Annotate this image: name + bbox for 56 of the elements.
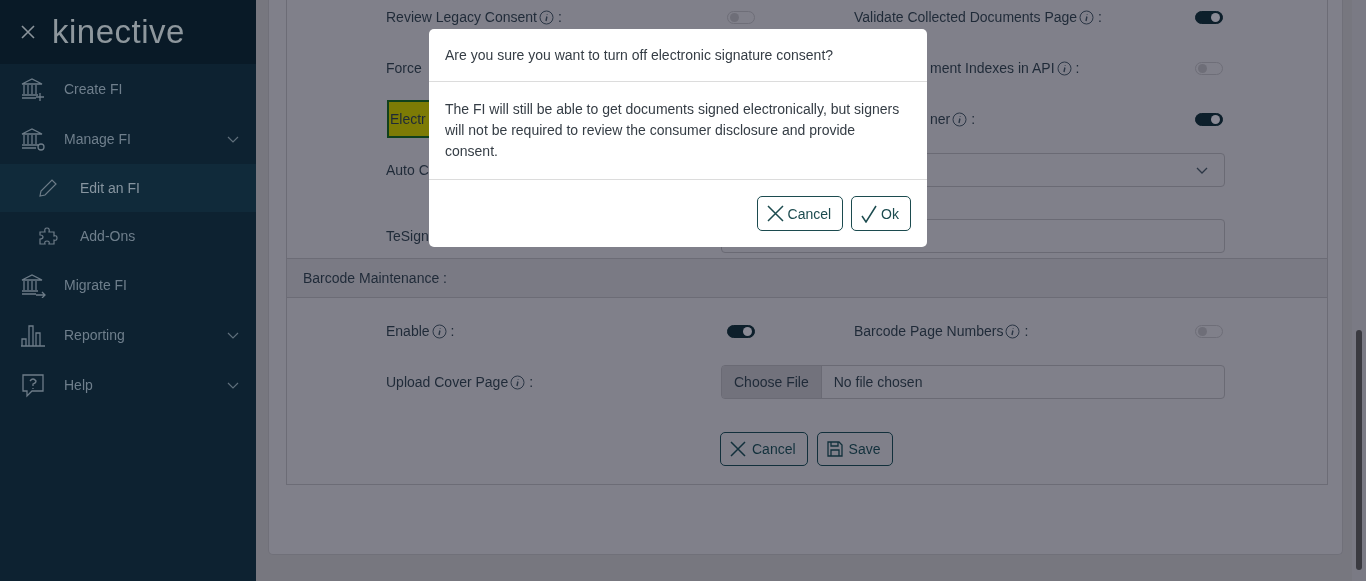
setting-label: Enable (386, 323, 430, 339)
scrollbar[interactable] (1352, 0, 1366, 581)
submenu-item[interactable]: Edit an FI (0, 164, 256, 212)
section-title: Barcode Maintenance : (303, 270, 447, 286)
submenu-item[interactable]: Add-Ons (0, 212, 256, 260)
puzzle-icon (38, 226, 58, 246)
menu-item[interactable]: Help (0, 360, 256, 410)
cancel-button[interactable]: Cancel (756, 196, 844, 231)
menu-item[interactable]: Manage FI (0, 114, 256, 164)
setting-label: Barcode Page Numbers (854, 323, 1004, 339)
setting-label: Review Legacy Consent (386, 9, 537, 25)
info-icon[interactable] (1005, 323, 1021, 339)
close-icon (766, 205, 784, 222)
logo: kinective (52, 13, 185, 51)
colon-mark: : (971, 111, 976, 127)
menu-item[interactable]: Create FI (0, 64, 256, 114)
info-icon[interactable] (510, 374, 526, 390)
ok-button[interactable]: Ok (851, 196, 911, 231)
choose-file-button[interactable]: Choose File (722, 366, 822, 398)
dialog-title: Are you sure you want to turn off electronic signature consent? (445, 47, 834, 63)
colon-mark: : (1024, 323, 1029, 339)
setting-label: Force (386, 60, 422, 76)
setting-label: ment Indexes in API (930, 60, 1055, 76)
info-icon[interactable] (952, 111, 968, 127)
colon-mark: : (529, 374, 534, 390)
pencil-icon (38, 178, 58, 198)
file-name: No file chosen (833, 374, 923, 390)
toggle-switch[interactable] (1195, 10, 1223, 24)
info-icon[interactable] (1079, 9, 1095, 25)
info-icon[interactable] (431, 323, 447, 339)
info-icon[interactable] (1056, 60, 1072, 76)
colon-mark: : (558, 9, 562, 25)
toggle-switch[interactable] (727, 324, 755, 338)
check-icon (861, 204, 878, 223)
setting-label: Upload Cover Page (386, 374, 509, 390)
info-icon[interactable] (539, 9, 554, 25)
toggle-switch[interactable] (1195, 112, 1223, 126)
setting-label: Validate Collected Documents Page (854, 9, 1078, 25)
setting-label: Auto C (386, 162, 429, 178)
close-icon (730, 441, 746, 457)
setting-label: TeSign (386, 228, 429, 244)
colon-mark: : (1098, 9, 1102, 25)
close-icon[interactable] (21, 25, 35, 39)
chevron-icon (1196, 166, 1208, 174)
menu-item[interactable]: Migrate FI (0, 260, 256, 310)
colon-mark: : (450, 323, 455, 339)
cancel-button[interactable]: Cancel (720, 432, 808, 466)
bank-arrow-icon (20, 272, 46, 298)
colon-mark: : (1075, 60, 1080, 76)
file-input[interactable]: Choose File No file chosen (721, 365, 1225, 399)
setting-label: ner (930, 111, 951, 127)
bank-plus-icon (20, 76, 46, 102)
bar-chart-icon (20, 322, 46, 348)
save-button[interactable]: Save (816, 432, 893, 466)
help-icon (20, 372, 46, 398)
menu-item[interactable]: Reporting (0, 310, 256, 360)
